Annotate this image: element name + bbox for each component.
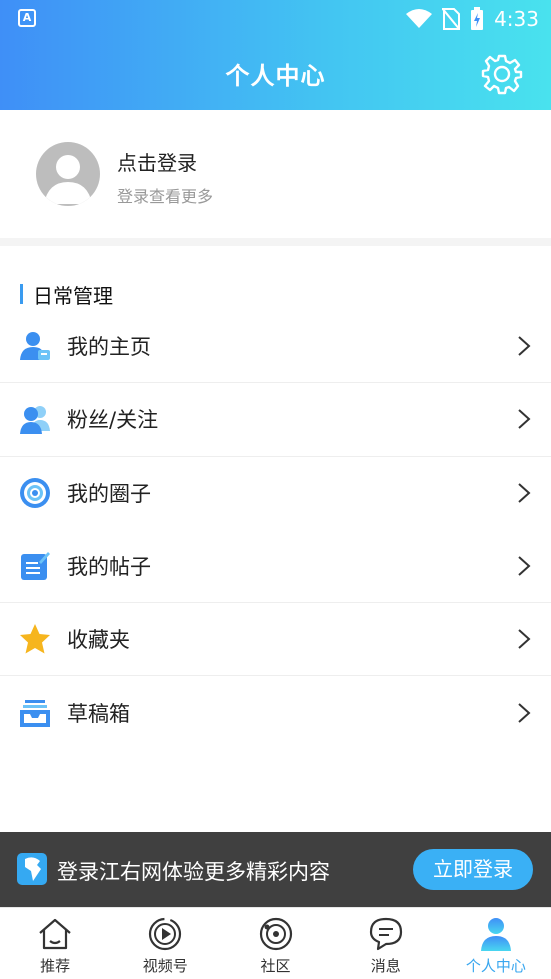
menu-item-favorites[interactable]: 收藏夹 [0, 603, 551, 677]
profile-card[interactable]: 点击登录 登录查看更多 [0, 110, 551, 238]
section-title: 日常管理 [33, 283, 113, 308]
chevron-right-icon [518, 336, 531, 356]
followers-icon [20, 406, 50, 435]
inbox-tray-icon [20, 700, 50, 728]
login-now-button[interactable]: 立即登录 [413, 849, 533, 890]
star-icon [20, 624, 50, 654]
menu-item-drafts[interactable]: 草稿箱 [0, 676, 551, 749]
post-edit-icon [21, 552, 50, 581]
chevron-right-icon [518, 703, 531, 723]
app-notification-icon: A [18, 9, 36, 27]
status-bar: A 4:33 [0, 0, 551, 38]
menu-item-posts[interactable]: 我的帖子 [0, 530, 551, 604]
menu-item-label: 草稿箱 [67, 702, 130, 727]
tab-label: 推荐 [40, 957, 71, 975]
tab-label: 个人中心 [465, 957, 526, 975]
menu-item-homepage[interactable]: 我的主页 [0, 310, 551, 384]
tab-video[interactable]: 视频号 [110, 908, 220, 979]
login-title[interactable]: 点击登录 [117, 147, 197, 176]
tab-label: 社区 [260, 957, 291, 975]
chat-bubble-icon [369, 917, 402, 951]
chevron-right-icon [518, 483, 531, 503]
video-play-icon [149, 917, 182, 951]
login-subtitle: 登录查看更多 [117, 187, 214, 206]
page-title: 个人中心 [225, 62, 326, 90]
menu-item-label: 我的圈子 [67, 482, 151, 507]
login-prompt-banner: 登录江右网体验更多精彩内容 立即登录 [0, 832, 551, 907]
circle-target-icon [20, 478, 50, 509]
chevron-right-icon [518, 556, 531, 576]
banner-text: 登录江右网体验更多精彩内容 [57, 860, 330, 884]
section-accent-bar [20, 284, 23, 304]
tab-label: 视频号 [142, 957, 188, 975]
chevron-right-icon [518, 409, 531, 430]
tab-community[interactable]: 社区 [220, 908, 330, 979]
status-time: 4:33 [494, 7, 539, 31]
tab-messages[interactable]: 消息 [331, 908, 441, 979]
tab-recommend[interactable]: 推荐 [0, 908, 110, 979]
menu-item-followers[interactable]: 粉丝/关注 [0, 383, 551, 457]
menu-item-label: 我的主页 [67, 335, 151, 360]
profile-icon [480, 918, 511, 951]
bottom-tab-bar: 推荐 视频号 社区 消息 个人中心 [0, 907, 551, 979]
section-header: 日常管理 [20, 282, 113, 308]
app-logo-icon [17, 853, 47, 885]
community-icon [259, 917, 292, 951]
user-home-icon [20, 332, 50, 361]
menu-list: 我的主页 粉丝/关注 我的圈子 我的帖子 收藏夹 草稿箱 [0, 310, 551, 750]
settings-gear-icon[interactable] [481, 53, 523, 95]
wifi-icon [406, 9, 433, 28]
avatar[interactable] [36, 142, 100, 206]
menu-item-label: 收藏夹 [67, 628, 130, 653]
menu-item-label: 粉丝/关注 [67, 408, 159, 433]
tab-label: 消息 [370, 957, 401, 975]
default-avatar-icon [44, 155, 92, 204]
status-icons: 4:33 [406, 6, 539, 32]
battery-charging-icon [471, 7, 484, 30]
menu-item-circles[interactable]: 我的圈子 [0, 457, 551, 530]
section-divider [0, 238, 551, 246]
no-sim-icon [442, 8, 461, 30]
header: A 4:33 个人中心 [0, 0, 551, 110]
menu-item-label: 我的帖子 [67, 555, 151, 580]
home-icon [39, 918, 71, 950]
tab-profile[interactable]: 个人中心 [441, 908, 551, 979]
chevron-right-icon [518, 629, 531, 650]
